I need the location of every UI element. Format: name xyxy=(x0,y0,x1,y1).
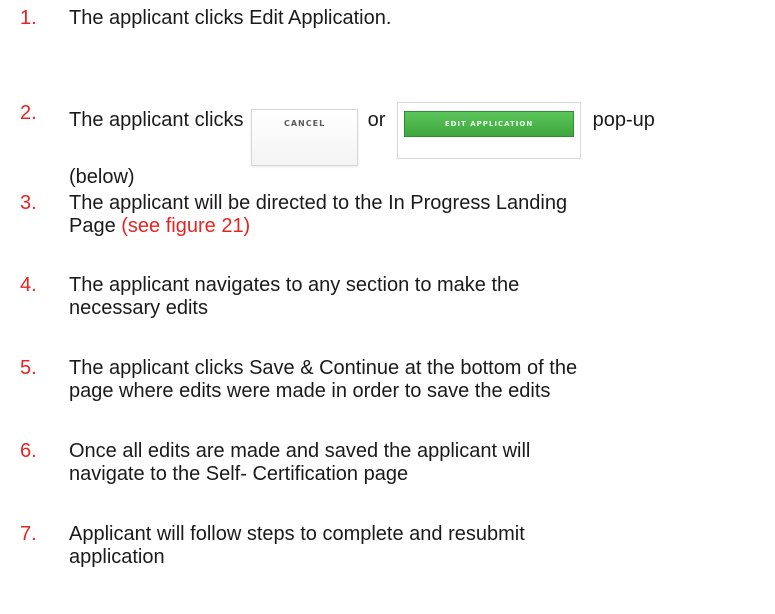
step-text-line2: Page xyxy=(69,215,122,237)
step-number: 7. xyxy=(20,523,37,545)
step-text-after: pop-up xyxy=(592,109,655,131)
step-text-line1: The applicant navigates to any section t… xyxy=(69,274,520,296)
step-text-line2: application xyxy=(69,546,165,568)
edit-application-button-image: EDIT APPLICATION xyxy=(397,102,582,159)
step-text-line1: The applicant clicks Save & Continue at … xyxy=(69,357,578,379)
step-text-line2: page where edits were made in order to s… xyxy=(69,380,551,402)
cancel-button-label: CANCEL xyxy=(283,119,326,128)
step-number: 2. xyxy=(20,102,37,124)
step-text-line2: navigate to the Self- Certification page xyxy=(69,463,409,485)
cancel-button-image: CANCEL xyxy=(251,109,359,166)
step-number: 1. xyxy=(20,7,37,29)
step-text-before: The applicant clicks xyxy=(69,109,244,131)
step-number: 6. xyxy=(20,440,37,462)
step-text-line1: Applicant will follow steps to complete … xyxy=(69,523,525,545)
step-text: The applicant clicks Save & Continue at … xyxy=(69,357,769,403)
step-text-line1: The applicant will be directed to the In… xyxy=(69,192,568,214)
step-text-line1: Once all edits are made and saved the ap… xyxy=(69,440,531,462)
step-text-after-line2: (below) xyxy=(69,166,135,188)
step-text: The applicant clicks CANCEL or EDIT APPL… xyxy=(69,102,769,189)
step-text: Applicant will follow steps to complete … xyxy=(69,523,769,569)
step-text: The applicant will be directed to the In… xyxy=(69,192,769,238)
step-text-line2: necessary edits xyxy=(69,297,208,319)
figure-reference-link[interactable]: (see figure 21) xyxy=(121,215,250,237)
step-number: 5. xyxy=(20,357,37,379)
edit-application-button-label: EDIT APPLICATION xyxy=(404,111,575,137)
step-text: The applicant navigates to any section t… xyxy=(69,274,769,320)
step-text: The applicant clicks Edit Application. xyxy=(69,7,392,29)
step-number: 3. xyxy=(20,192,37,214)
step-text-connector: or xyxy=(367,109,386,131)
step-text: Once all edits are made and saved the ap… xyxy=(69,440,769,486)
step-number: 4. xyxy=(20,274,37,296)
